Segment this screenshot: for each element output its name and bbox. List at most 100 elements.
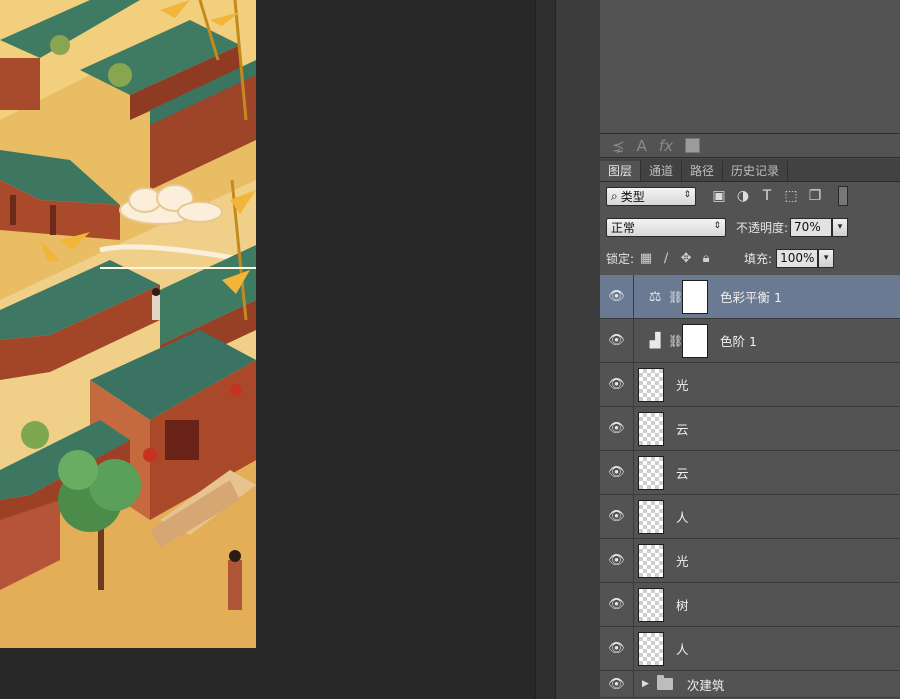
layer-name[interactable]: 树 bbox=[676, 595, 689, 614]
layer-row[interactable]: 👁︎ 光 bbox=[600, 363, 900, 407]
canvas-scroll-gutter bbox=[535, 0, 556, 699]
filter-shape-icon[interactable]: ⬚ bbox=[782, 188, 800, 204]
right-panels: ⋨ A fx 图层 通道 路径 历史记录 ⌕ 类型 ⇕ ▣ ◑ T ⬚ ❐ 正常… bbox=[600, 0, 900, 699]
layer-name[interactable]: 人 bbox=[676, 639, 689, 658]
filter-type-icon[interactable]: T bbox=[758, 188, 776, 204]
layer-name[interactable]: 光 bbox=[676, 375, 689, 394]
tab-paths[interactable]: 路径 bbox=[682, 161, 724, 181]
expand-arrow-icon[interactable]: ▶ bbox=[642, 679, 649, 689]
layer-filter-row: ⌕ 类型 ⇕ ▣ ◑ T ⬚ ❐ bbox=[600, 185, 900, 207]
eye-icon: 👁︎ bbox=[608, 553, 625, 568]
lock-position-move-icon[interactable]: ✥ bbox=[678, 251, 694, 266]
layer-row[interactable]: 👁︎ 人 bbox=[600, 627, 900, 671]
layer-name[interactable]: 光 bbox=[676, 551, 689, 570]
upper-panel-empty bbox=[600, 0, 900, 134]
layer-thumbnail[interactable] bbox=[638, 587, 664, 622]
layer-thumbnail[interactable] bbox=[638, 455, 664, 490]
layer-thumbnail[interactable] bbox=[638, 543, 664, 578]
lock-all-icon[interactable]: 🔒︎ bbox=[698, 251, 714, 266]
fill-label: 填充: bbox=[744, 251, 773, 266]
folder-icon bbox=[656, 675, 673, 690]
layer-thumbnail[interactable] bbox=[638, 411, 664, 446]
layers-panel: 图层 通道 路径 历史记录 ⌕ 类型 ⇕ ▣ ◑ T ⬚ ❐ 正常 ⇕ 不透明度… bbox=[600, 159, 900, 699]
filter-kind-label: 类型 bbox=[620, 189, 645, 204]
layer-group-row[interactable]: 👁︎ ▶ 次建筑 bbox=[600, 671, 900, 698]
opacity-label: 不透明度: bbox=[736, 220, 789, 235]
filter-smart-object-icon[interactable]: ❐ bbox=[806, 188, 824, 204]
blend-mode-value: 正常 bbox=[611, 220, 636, 235]
eye-icon: 👁︎ bbox=[608, 597, 625, 612]
filter-pixel-icon[interactable]: ▣ bbox=[710, 188, 728, 204]
levels-icon: ▟ bbox=[649, 332, 661, 349]
eye-icon: 👁︎ bbox=[608, 465, 625, 480]
filter-toggle-switch[interactable] bbox=[838, 186, 848, 206]
layer-name[interactable]: 色彩平衡 1 bbox=[720, 287, 782, 306]
filter-kind-select[interactable]: ⌕ 类型 ⇕ bbox=[606, 186, 696, 206]
opacity-field[interactable]: 70% bbox=[790, 217, 833, 237]
blend-mode-select[interactable]: 正常 ⇕ bbox=[606, 217, 726, 237]
lock-transparent-icon[interactable]: ▦ bbox=[638, 251, 654, 266]
layer-mask-thumbnail[interactable] bbox=[682, 279, 708, 314]
fill-field[interactable]: 100% bbox=[776, 248, 819, 268]
visibility-toggle[interactable]: 👁︎ bbox=[600, 363, 634, 406]
color-swatch[interactable] bbox=[685, 138, 701, 153]
mask-link-icon[interactable]: ⛓ bbox=[668, 290, 683, 304]
layer-name[interactable]: 云 bbox=[676, 463, 689, 482]
layer-row[interactable]: 👁︎ 云 bbox=[600, 407, 900, 451]
eye-icon: 👁︎ bbox=[608, 421, 625, 436]
blend-opacity-row: 正常 ⇕ 不透明度: 70% ▾ bbox=[600, 216, 900, 238]
eye-icon: 👁︎ bbox=[608, 333, 625, 348]
eye-icon: 👁︎ bbox=[608, 641, 625, 656]
document-canvas-area[interactable] bbox=[0, 0, 535, 699]
search-icon: ⌕ bbox=[611, 188, 618, 203]
layer-row[interactable]: 👁︎ 云 bbox=[600, 451, 900, 495]
lock-label: 锁定: bbox=[606, 251, 635, 266]
layer-name[interactable]: 人 bbox=[676, 507, 689, 526]
layer-mask-thumbnail[interactable] bbox=[682, 323, 708, 358]
opacity-dropdown-button[interactable]: ▾ bbox=[832, 217, 849, 237]
layer-name[interactable]: 次建筑 bbox=[687, 675, 725, 694]
layer-thumbnail[interactable] bbox=[638, 367, 664, 402]
layer-thumbnail[interactable] bbox=[638, 631, 664, 666]
visibility-toggle[interactable]: 👁︎ bbox=[600, 671, 634, 697]
tab-history[interactable]: 历史记录 bbox=[723, 161, 789, 181]
layer-name[interactable]: 云 bbox=[676, 419, 689, 438]
mask-link-icon[interactable]: ⛓ bbox=[668, 334, 683, 348]
chevron-down-icon: ⇕ bbox=[713, 220, 721, 231]
character-icon[interactable]: A bbox=[637, 136, 647, 156]
layer-row[interactable]: 👁︎ 树 bbox=[600, 583, 900, 627]
visibility-toggle[interactable]: 👁︎ bbox=[600, 495, 634, 538]
visibility-toggle[interactable]: 👁︎ bbox=[600, 627, 634, 670]
eye-icon: 👁︎ bbox=[608, 377, 625, 392]
fx-icon[interactable]: fx bbox=[659, 136, 673, 156]
eye-icon: 👁︎ bbox=[608, 509, 625, 524]
lock-fill-row: 锁定: ▦ ∕ ✥ 🔒︎ 填充: 100% ▾ bbox=[600, 247, 900, 269]
layer-list: 👁︎ ⚖ ⛓ 色彩平衡 1 👁︎ ▟ ⛓ 色阶 1 👁︎ 光 👁︎ 云 👁︎ 云… bbox=[600, 275, 900, 698]
fill-dropdown-button[interactable]: ▾ bbox=[818, 248, 835, 268]
visibility-toggle[interactable]: 👁︎ bbox=[600, 539, 634, 582]
color-balance-icon: ⚖ bbox=[648, 288, 662, 305]
layer-row[interactable]: 👁︎ 光 bbox=[600, 539, 900, 583]
visibility-toggle[interactable]: 👁︎ bbox=[600, 583, 634, 626]
layer-name[interactable]: 色阶 1 bbox=[720, 331, 757, 350]
filter-adjustment-icon[interactable]: ◑ bbox=[734, 188, 752, 204]
chevron-down-icon: ⇕ bbox=[683, 189, 691, 200]
visibility-toggle[interactable]: 👁︎ bbox=[600, 451, 634, 494]
layers-panel-tabs: 图层 通道 路径 历史记录 bbox=[600, 159, 900, 182]
layer-row-color-balance[interactable]: 👁︎ ⚖ ⛓ 色彩平衡 1 bbox=[600, 275, 900, 319]
visibility-toggle[interactable]: 👁︎ bbox=[600, 407, 634, 450]
visibility-toggle[interactable]: 👁︎ bbox=[600, 275, 634, 318]
lock-image-brush-icon[interactable]: ∕ bbox=[658, 251, 674, 266]
eye-icon: 👁︎ bbox=[608, 676, 625, 692]
collapsed-panel-dock bbox=[555, 0, 601, 699]
layer-row-levels[interactable]: 👁︎ ▟ ⛓ 色阶 1 bbox=[600, 319, 900, 363]
eye-icon: 👁︎ bbox=[608, 289, 625, 304]
warp-text-icon[interactable]: ⋨ bbox=[612, 136, 625, 156]
tab-layers[interactable]: 图层 bbox=[600, 161, 642, 181]
tab-channels[interactable]: 通道 bbox=[641, 161, 683, 181]
layer-thumbnail[interactable] bbox=[638, 499, 664, 534]
panel-icon-toolbar: ⋨ A fx bbox=[600, 134, 900, 158]
layer-row[interactable]: 👁︎ 人 bbox=[600, 495, 900, 539]
artwork-image bbox=[0, 0, 256, 648]
visibility-toggle[interactable]: 👁︎ bbox=[600, 319, 634, 362]
